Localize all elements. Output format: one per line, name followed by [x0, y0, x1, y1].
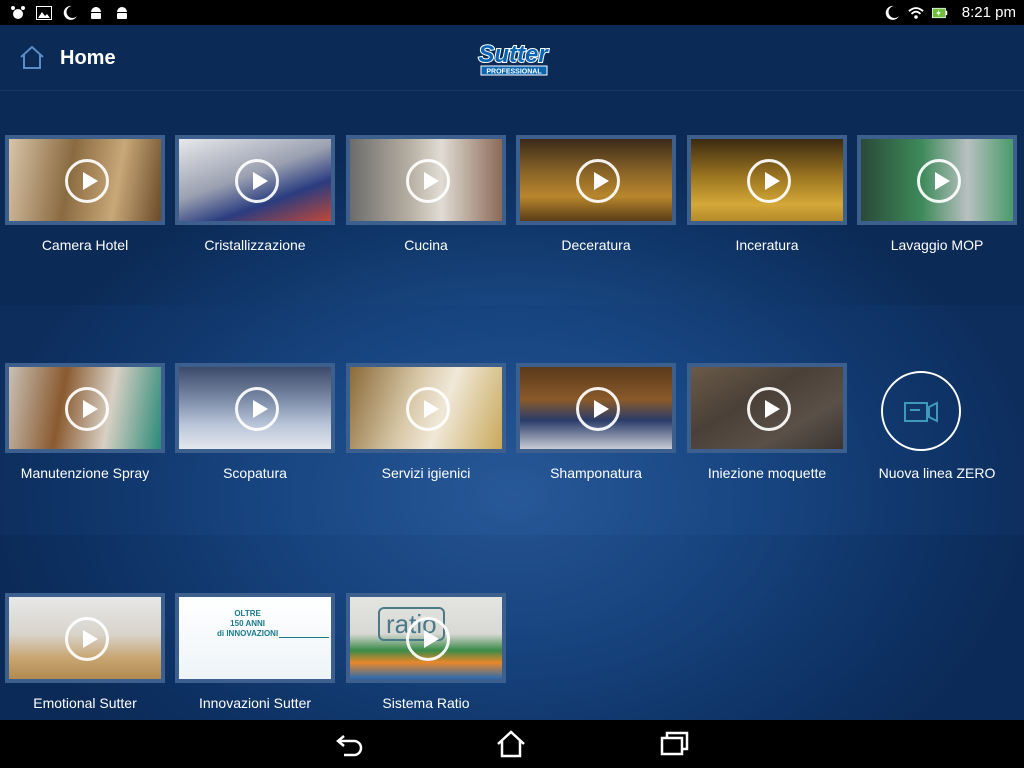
tile-label: Nuova linea ZERO: [878, 465, 996, 481]
video-label: Manutenzione Spray: [20, 465, 150, 481]
video-label: Innovazioni Sutter: [198, 695, 312, 711]
home-icon[interactable]: [18, 43, 46, 71]
innovazioni-text: 150 ANNI: [230, 619, 265, 628]
bug-icon: [10, 5, 26, 21]
video-label: Sistema Ratio: [382, 695, 470, 711]
video-thumbnail: OLTRE 150 ANNI di INNOVAZIONI: [175, 593, 335, 683]
home-icon[interactable]: [495, 728, 527, 760]
play-icon: [235, 159, 279, 203]
video-thumbnail: [516, 363, 676, 453]
video-label: Camera Hotel: [41, 237, 129, 253]
android-icon: [88, 5, 104, 21]
battery-charging-icon: [931, 5, 948, 21]
video-thumbnail: [5, 363, 165, 453]
play-icon: [406, 617, 450, 661]
play-icon: [406, 387, 450, 431]
back-icon[interactable]: [334, 728, 366, 760]
android-icon: [114, 5, 130, 21]
sutter-logo: Sutter PROFESSIONAL: [471, 38, 555, 78]
video-label: Emotional Sutter: [33, 695, 137, 711]
video-thumbnail: [5, 593, 165, 683]
video-label: Cucina: [404, 237, 448, 253]
video-label: Iniezione moquette: [707, 465, 827, 481]
app-content: Home Sutter PROFESSIONAL Camera Hotel Cr…: [0, 25, 1024, 720]
video-label: Cristallizzazione: [204, 237, 306, 253]
innovazioni-text: di INNOVAZIONI: [217, 629, 279, 638]
video-thumbnail: ratio: [346, 593, 506, 683]
video-thumbnail: [516, 135, 676, 225]
svg-text:Sutter: Sutter: [478, 41, 549, 68]
video-thumbnail: [346, 135, 506, 225]
video-thumbnail: [175, 363, 335, 453]
play-icon: [576, 387, 620, 431]
clock: 8:21 pm: [961, 4, 1016, 21]
play-icon: [917, 159, 961, 203]
app-bar: Home Sutter PROFESSIONAL: [0, 25, 1024, 91]
play-icon: [406, 159, 450, 203]
play-icon: [65, 159, 109, 203]
wifi-icon: [908, 5, 924, 21]
video-label: Lavaggio MOP: [890, 237, 984, 253]
innovazioni-text: OLTRE: [234, 609, 261, 618]
video-thumbnail: [687, 135, 847, 225]
video-label: Scopatura: [223, 465, 287, 481]
video-label: Shamponatura: [550, 465, 642, 481]
video-thumbnail: [687, 363, 847, 453]
video-thumbnail: [857, 135, 1017, 225]
video-label: Inceratura: [735, 237, 799, 253]
video-thumbnail: [5, 135, 165, 225]
play-icon: [747, 387, 791, 431]
video-thumbnail: [346, 363, 506, 453]
status-bar: 8:21 pm: [0, 0, 1024, 25]
play-icon: [235, 387, 279, 431]
svg-text:PROFESSIONAL: PROFESSIONAL: [486, 69, 542, 76]
play-icon: [65, 617, 109, 661]
moon-icon: [62, 5, 78, 21]
nuova-linea-zero-circle: [881, 371, 961, 451]
play-icon: [576, 159, 620, 203]
play-icon: [65, 387, 109, 431]
row-3: Emotional Sutter OLTRE 150 ANNI di INNOV…: [0, 535, 1024, 720]
play-icon: [747, 159, 791, 203]
video-label: Deceratura: [561, 237, 631, 253]
page-title: Home: [60, 47, 116, 69]
moon-icon: [884, 5, 900, 21]
image-icon: [36, 5, 52, 21]
video-label: Servizi igienici: [381, 465, 471, 481]
row-2: Manutenzione Spray Scopatura Servizi igi…: [0, 305, 1024, 535]
row-1: Camera Hotel Cristallizzazione Cucina De…: [0, 90, 1024, 320]
video-thumbnail: [175, 135, 335, 225]
recent-apps-icon[interactable]: [658, 728, 690, 760]
navigation-bar: [0, 720, 1024, 768]
